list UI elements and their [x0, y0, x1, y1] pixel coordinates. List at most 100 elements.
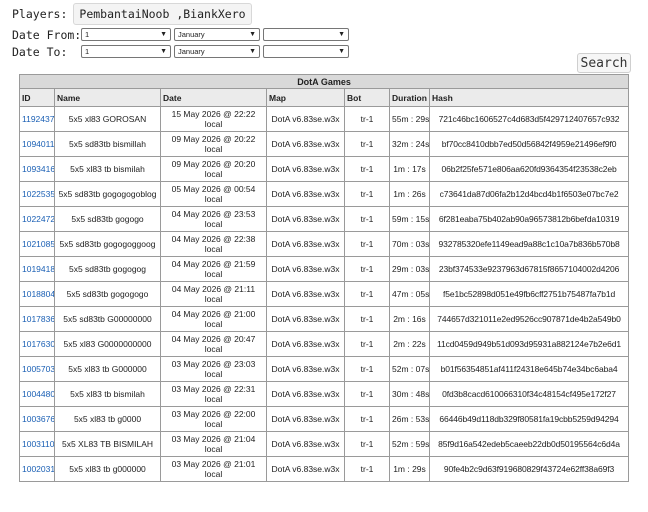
game-id-link[interactable]: 1192437 [19, 106, 55, 132]
cell-duration: 52m : 07s [389, 356, 430, 382]
column-header-name: Name [54, 88, 161, 107]
game-id-link[interactable]: 1093416 [19, 156, 55, 182]
table-body: 1192437 5x5 xl83 GOROSAN 15 May 2026 @ 22:… [19, 106, 630, 482]
cell-date: 04 May 2026 @ 21:00 local [160, 306, 267, 332]
game-id-link[interactable]: 1017836 [19, 306, 55, 332]
date-from-day-select[interactable]: 1 ▼ [81, 28, 171, 41]
chevron-down-icon: ▼ [249, 48, 256, 55]
game-id-link[interactable]: 1094011 [19, 131, 55, 157]
cell-date: 03 May 2026 @ 22:00 local [160, 406, 267, 432]
date-to-month-select[interactable]: January ▼ [174, 45, 260, 58]
game-id-link[interactable]: 1002031 [19, 456, 55, 482]
date-from-row: Date From: 1 ▼ January ▼ ▼ [12, 26, 349, 43]
date-from-year-select[interactable]: ▼ [263, 28, 349, 41]
cell-map: DotA v6.83se.w3x [266, 181, 345, 207]
cell-date: 03 May 2026 @ 21:04 local [160, 431, 267, 457]
cell-hash: 85f9d16a542edeb5caeeb22db0d50195564c6d4a [428, 431, 630, 457]
players-input[interactable]: PembantaiNoob ,BiankXero [73, 3, 252, 25]
table-row: 1003676 5x5 xl83 tb g0000 03 May 2026 @ 22… [19, 406, 630, 432]
cell-hash: 66446b49d118db329f80581fa19cbb5259d94294 [428, 406, 630, 432]
table-row: 1093416 5x5 xl83 tb bismilah 09 May 2026 @… [19, 156, 630, 182]
cell-date: 04 May 2026 @ 22:38 local [160, 231, 267, 257]
table-row: 1017836 5x5 sd83tb G00000000 04 May 2026 @… [19, 306, 630, 332]
cell-bot: tr-1 [344, 231, 390, 257]
game-id-link[interactable]: 1022535 [19, 181, 55, 207]
table-row: 1022472 5x5 sd83tb gogogo 04 May 2026 @ 23… [19, 206, 630, 232]
cell-hash: bf70cc8410dbb7ed50d56842f4959e21496ef9f0 [428, 131, 630, 157]
cell-bot: tr-1 [344, 406, 390, 432]
column-header-hash: Hash [428, 88, 630, 107]
cell-date: 09 May 2026 @ 20:22 local [160, 131, 267, 157]
cell-hash: c73641da87d06fa2b12d4bcd4b1f6503e07bc7e2 [428, 181, 630, 207]
cell-bot: tr-1 [344, 181, 390, 207]
cell-duration: 32m : 24s [389, 131, 430, 157]
table-header-row: ID Name Date Map Bot Duration Hash [19, 88, 630, 107]
chevron-down-icon: ▼ [338, 48, 345, 55]
cell-hash: 90fe4b2c9d63f919680829f43724e62ff38a69f3 [428, 456, 630, 482]
chevron-down-icon: ▼ [160, 48, 167, 55]
cell-bot: tr-1 [344, 381, 390, 407]
cell-map: DotA v6.83se.w3x [266, 406, 345, 432]
table-row: 1022535 5x5 sd83tb gogogogoblog 05 May 202… [19, 181, 630, 207]
table-row: 1192437 5x5 xl83 GOROSAN 15 May 2026 @ 22:… [19, 106, 630, 132]
chevron-down-icon: ▼ [249, 31, 256, 38]
cell-hash: 721c46bc1606527c4d683d5f429712407657c932 [428, 106, 630, 132]
date-to-row: Date To: 1 ▼ January ▼ ▼ [12, 43, 349, 60]
cell-date: 04 May 2026 @ 21:59 local [160, 256, 267, 282]
column-header-date: Date [160, 88, 267, 107]
cell-hash: b01f56354851af411f24318e645b74e34bc6aba4 [428, 356, 630, 382]
filters-panel: Players: PembantaiNoob ,BiankXero Date F… [12, 0, 349, 60]
cell-duration: 2m : 16s [389, 306, 430, 332]
chevron-down-icon: ▼ [160, 31, 167, 38]
game-id-link[interactable]: 1003676 [19, 406, 55, 432]
cell-map: DotA v6.83se.w3x [266, 331, 345, 357]
cell-hash: 744657d321011e2ed9526cc907871de4b2a549b0 [428, 306, 630, 332]
chevron-down-icon: ▼ [338, 31, 345, 38]
cell-name: 5x5 sd83tb gogogog [54, 256, 161, 282]
game-id-link[interactable]: 1004480 [19, 381, 55, 407]
cell-bot: tr-1 [344, 106, 390, 132]
table-row: 1003110 5x5 XL83 TB BISMILAH 03 May 2026 @… [19, 431, 630, 457]
date-from-label: Date From: [12, 27, 82, 42]
cell-hash: 932785320efe1149ead9a88c1c10a7b836b570b8 [428, 231, 630, 257]
cell-name: 5x5 sd83tb gogogogoblog [54, 181, 161, 207]
date-to-day-value: 1 [85, 47, 90, 56]
players-row: Players: PembantaiNoob ,BiankXero [12, 2, 349, 26]
search-button[interactable]: Search [577, 53, 631, 73]
cell-date: 04 May 2026 @ 20:47 local [160, 331, 267, 357]
date-from-month-select[interactable]: January ▼ [174, 28, 260, 41]
table-caption: DotA Games [18, 74, 630, 89]
cell-name: 5x5 xl83 G0000000000 [54, 331, 161, 357]
column-header-id: ID [19, 88, 55, 107]
game-id-link[interactable]: 1018804 [19, 281, 55, 307]
cell-name: 5x5 sd83tb gogogoggoog [54, 231, 161, 257]
cell-bot: tr-1 [344, 206, 390, 232]
date-to-label: Date To: [12, 44, 68, 59]
cell-map: DotA v6.83se.w3x [266, 206, 345, 232]
cell-date: 04 May 2026 @ 21:11 local [160, 281, 267, 307]
game-id-link[interactable]: 1022472 [19, 206, 55, 232]
cell-duration: 1m : 17s [389, 156, 430, 182]
column-header-duration: Duration [389, 88, 430, 107]
cell-map: DotA v6.83se.w3x [266, 456, 345, 482]
cell-map: DotA v6.83se.w3x [266, 231, 345, 257]
column-header-map: Map [266, 88, 345, 107]
cell-duration: 29m : 03s [389, 256, 430, 282]
cell-bot: tr-1 [344, 356, 390, 382]
cell-name: 5x5 xl83 tb bismilah [54, 381, 161, 407]
game-id-link[interactable]: 1003110 [19, 431, 55, 457]
cell-bot: tr-1 [344, 431, 390, 457]
cell-date: 05 May 2026 @ 00:54 local [160, 181, 267, 207]
date-to-day-select[interactable]: 1 ▼ [81, 45, 171, 58]
game-id-link[interactable]: 1019418 [19, 256, 55, 282]
cell-map: DotA v6.83se.w3x [266, 431, 345, 457]
cell-map: DotA v6.83se.w3x [266, 381, 345, 407]
cell-map: DotA v6.83se.w3x [266, 256, 345, 282]
game-id-link[interactable]: 1017630 [19, 331, 55, 357]
game-id-link[interactable]: 1021085 [19, 231, 55, 257]
cell-name: 5x5 XL83 TB BISMILAH [54, 431, 161, 457]
date-to-year-select[interactable]: ▼ [263, 45, 349, 58]
cell-duration: 26m : 53s [389, 406, 430, 432]
game-id-link[interactable]: 1005703 [19, 356, 55, 382]
cell-date: 04 May 2026 @ 23:53 local [160, 206, 267, 232]
